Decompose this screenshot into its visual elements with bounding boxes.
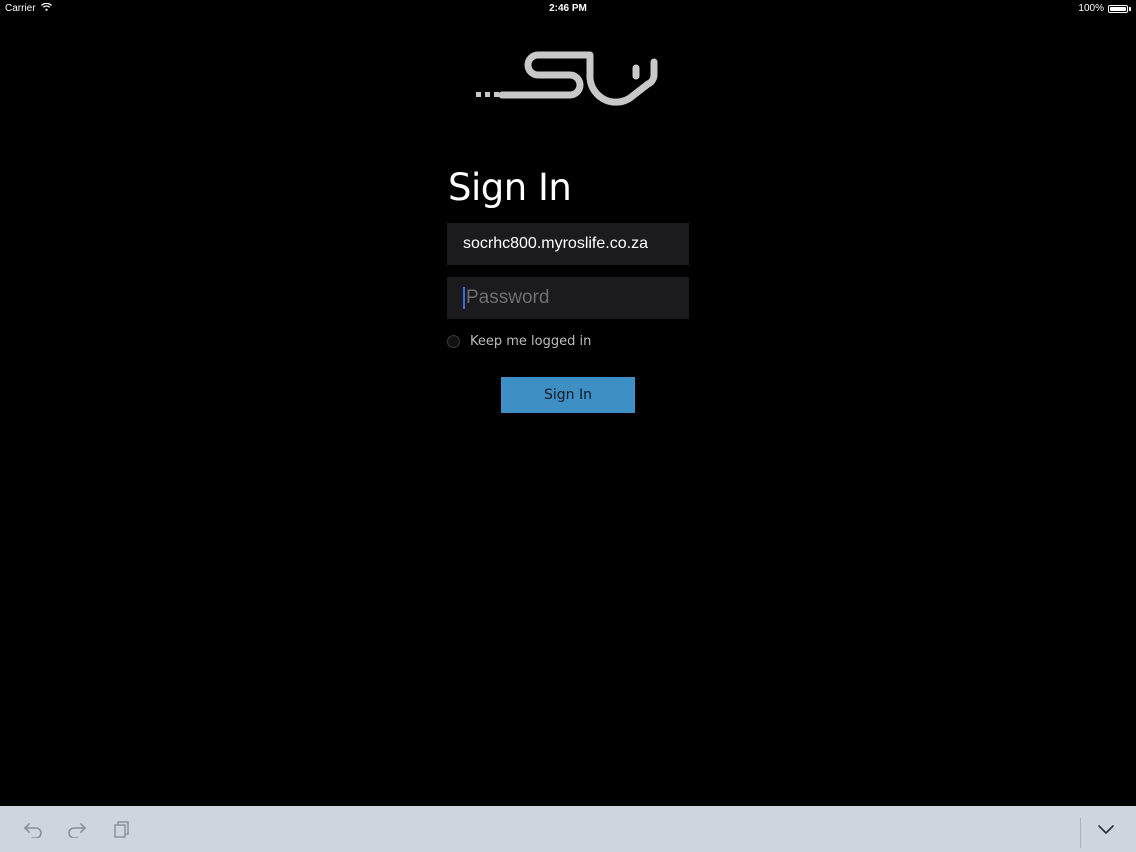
- keep-logged-in-checkbox[interactable]: [447, 335, 460, 348]
- sign-in-button[interactable]: Sign In: [501, 377, 635, 413]
- login-screen: Carrier 2:46 PM 100% Sign In socrhc800.m…: [0, 0, 1136, 852]
- battery-tip: [1129, 6, 1131, 11]
- keep-logged-in-label[interactable]: Keep me logged in: [470, 334, 591, 349]
- text-cursor: [463, 287, 465, 309]
- keyboard-dismiss-icon[interactable]: [1095, 818, 1117, 840]
- redo-icon[interactable]: [66, 818, 88, 840]
- server-url-value: socrhc800.myroslife.co.za: [463, 235, 648, 252]
- paste-icon[interactable]: [111, 818, 133, 840]
- status-right: 100%: [1078, 3, 1131, 14]
- undo-icon[interactable]: [22, 818, 44, 840]
- battery-percentage: 100%: [1078, 3, 1104, 14]
- password-field[interactable]: Password: [447, 277, 689, 319]
- app-logo: [472, 44, 664, 108]
- password-placeholder: Password: [466, 287, 550, 308]
- battery-level: [1110, 6, 1126, 11]
- status-time: 2:46 PM: [549, 3, 587, 14]
- toolbar-divider: [1080, 818, 1081, 848]
- keyboard-shortcut-bar: [0, 806, 1136, 852]
- keep-logged-in-row[interactable]: Keep me logged in: [447, 334, 591, 349]
- battery-icon: [1108, 4, 1128, 13]
- server-url-field[interactable]: socrhc800.myroslife.co.za: [447, 223, 689, 265]
- page-title: Sign In: [448, 166, 572, 209]
- status-bar: Carrier 2:46 PM 100%: [0, 0, 1136, 18]
